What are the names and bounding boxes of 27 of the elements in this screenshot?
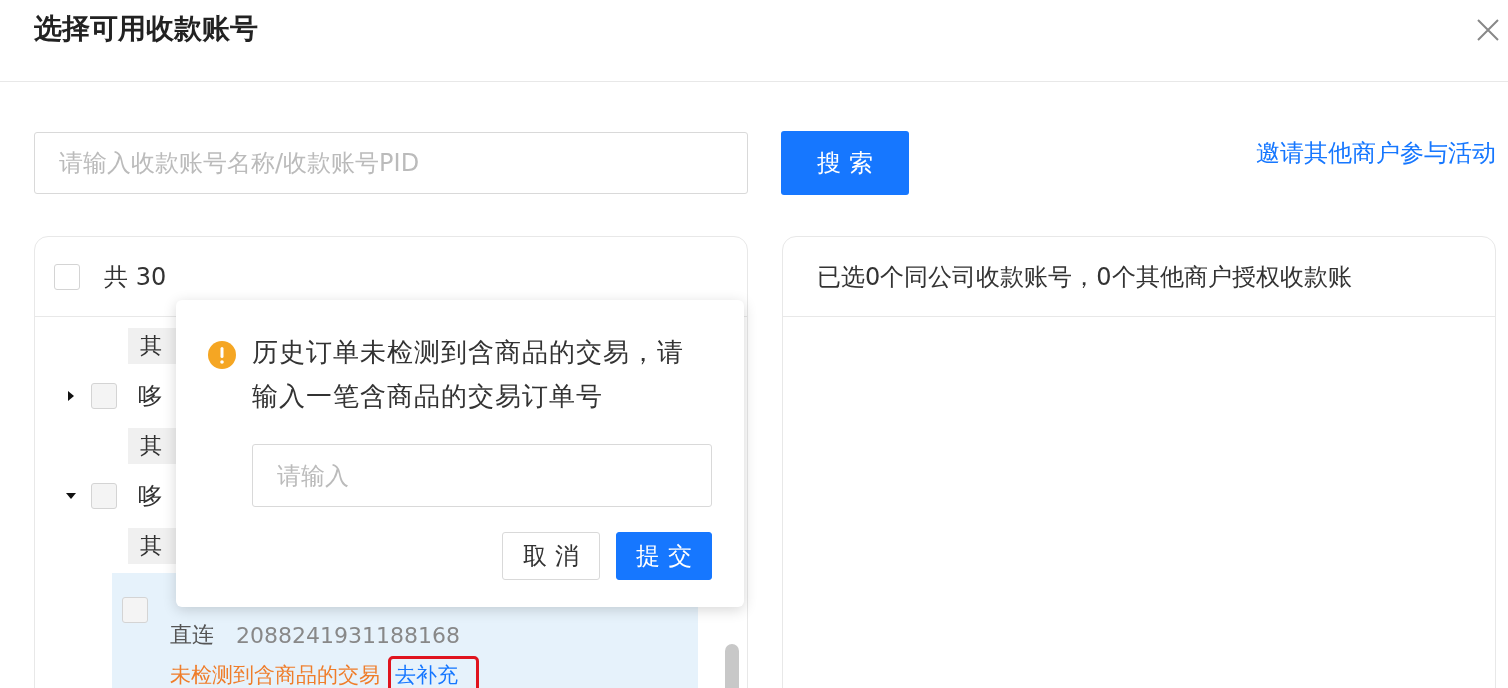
checkbox[interactable] xyxy=(91,383,117,409)
checkbox[interactable] xyxy=(54,263,80,290)
dialog-title: 选择可用收款账号 xyxy=(34,11,258,47)
submit-button[interactable]: 提 交 xyxy=(616,532,712,580)
account-type: 直连 xyxy=(170,621,214,649)
tag: 其 xyxy=(128,428,178,464)
checkbox[interactable] xyxy=(91,483,117,509)
order-number-field[interactable]: 请输入 xyxy=(252,444,712,507)
cancel-button[interactable]: 取 消 xyxy=(502,532,600,580)
search-field[interactable]: 请输入收款账号名称/收款账号PID xyxy=(34,132,748,194)
tag: 其 xyxy=(128,528,178,564)
invite-link[interactable]: 邀请其他商户参与活动 xyxy=(1256,137,1496,169)
search-button[interactable]: 搜 索 xyxy=(781,131,909,195)
caret-icon[interactable] xyxy=(66,491,76,501)
caret-icon[interactable] xyxy=(66,391,76,401)
account-pid: 2088241931188168 xyxy=(236,622,460,648)
popover-message: 历史订单未检测到含商品的交易，请输入一笔含商品的交易订单号 xyxy=(252,336,685,413)
merchant-name: 哆 xyxy=(138,481,162,512)
tag: 其 xyxy=(128,328,178,364)
supplement-link[interactable]: 去补充 xyxy=(388,656,479,688)
checkbox[interactable] xyxy=(122,597,148,623)
warning-icon xyxy=(208,341,236,369)
merchant-name: 哆 xyxy=(138,381,162,412)
total-count: 共 30 xyxy=(104,261,167,293)
warning-text: 未检测到含商品的交易 xyxy=(170,662,380,688)
selection-summary: 已选0个同公司收款账号，0个其他商户授权收款账 xyxy=(817,261,1352,293)
close-icon[interactable] xyxy=(1476,18,1500,42)
